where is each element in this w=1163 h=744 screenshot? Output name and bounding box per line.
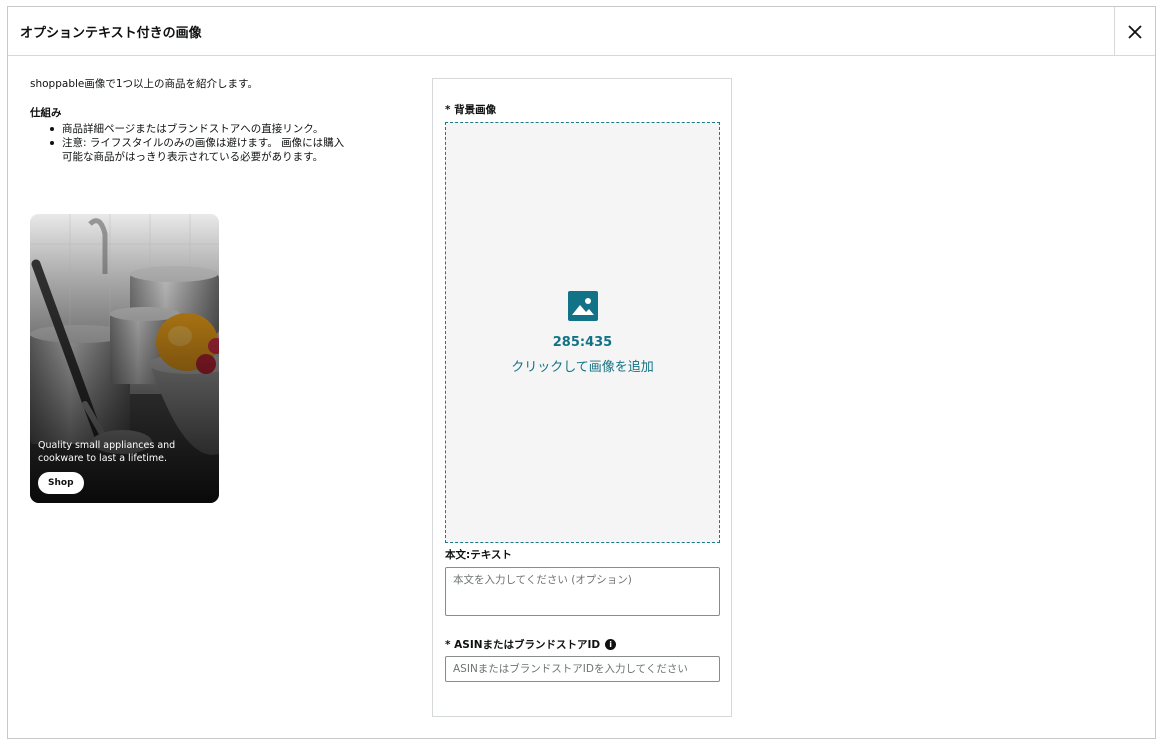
asin-input[interactable] (445, 656, 720, 682)
add-image-text[interactable]: クリックして画像を追加 (446, 356, 719, 375)
list-item: 注意: ライフスタイルのみの画像は避けます。 画像には購入可能な商品がはっきり表… (30, 136, 350, 164)
image-with-text-modal: オプションテキスト付きの画像 shoppable画像で1つ以上の商品を紹介します… (7, 6, 1156, 739)
shop-button[interactable]: Shop (38, 472, 84, 494)
how-it-works-list: 商品詳細ページまたはブランドストアへの直接リンク。 注意: ライフスタイルのみの… (30, 122, 360, 164)
example-preview-image: Quality small appliances and cookware to… (30, 214, 219, 503)
form-panel: * 背景画像 285:435 クリックして画像を追加 本文:テキスト * ASI… (432, 78, 732, 717)
close-button[interactable] (1114, 7, 1155, 56)
modal-title: オプションテキスト付きの画像 (20, 26, 202, 41)
how-it-works-title: 仕組み (30, 107, 62, 119)
intro-text: shoppable画像で1つ以上の商品を紹介します。 (30, 78, 258, 90)
body-text-label: 本文:テキスト (445, 547, 512, 562)
background-image-label-text: * 背景画像 (445, 104, 497, 116)
list-item: 商品詳細ページまたはブランドストアへの直接リンク。 (30, 122, 350, 136)
modal-header: オプションテキスト付きの画像 (8, 7, 1155, 56)
info-icon[interactable]: i (605, 639, 617, 650)
background-image-upload[interactable]: 285:435 クリックして画像を追加 (445, 122, 720, 543)
description-column: shoppable画像で1つ以上の商品を紹介します。 仕組み 商品詳細ページまた… (30, 77, 360, 164)
image-icon (567, 291, 598, 321)
background-image-label: * 背景画像 (445, 102, 496, 117)
preview-caption: Quality small appliances and cookware to… (38, 440, 176, 464)
close-icon (1128, 24, 1142, 39)
body-text-label-text: 本文:テキスト (445, 549, 512, 561)
asin-label-text: * ASINまたはブランドストアID (445, 639, 601, 651)
asin-label: * ASINまたはブランドストアID i (445, 637, 617, 652)
aspect-ratio-text: 285:435 (552, 335, 613, 350)
upload-content: 285:435 クリックして画像を追加 (446, 291, 719, 375)
body-text-input[interactable] (445, 567, 720, 616)
